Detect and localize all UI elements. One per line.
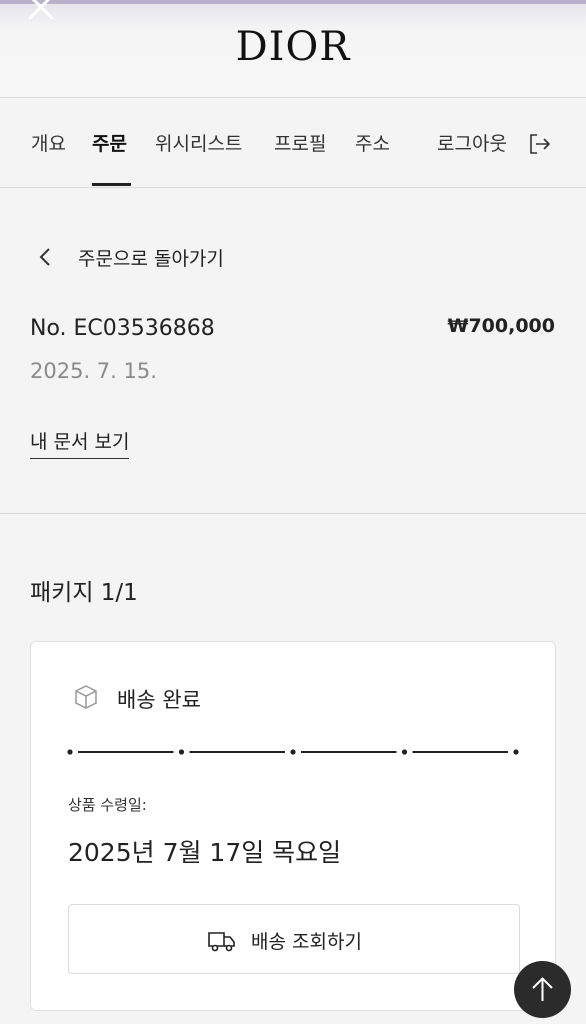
delivery-progress-bar (67, 749, 519, 755)
close-icon[interactable] (26, 0, 56, 22)
tab-orders[interactable]: 주문 (92, 132, 127, 156)
order-price: ₩700,000 (447, 315, 556, 337)
back-link-label: 주문으로 돌아가기 (78, 248, 224, 270)
logout-icon[interactable] (528, 132, 552, 156)
active-tab-indicator (92, 183, 131, 186)
delivery-status: 배송 완료 (117, 688, 201, 712)
progress-step-dot (178, 749, 185, 755)
package-box-icon (75, 685, 97, 709)
received-date-label: 상품 수령일: (68, 796, 147, 814)
truck-icon (208, 932, 235, 952)
track-delivery-label: 배송 조회하기 (251, 931, 362, 953)
section-divider (0, 513, 586, 514)
order-date: 2025. 7. 15. (30, 359, 157, 383)
view-documents-link[interactable]: 내 문서 보기 (30, 427, 130, 459)
top-accent-bar (0, 0, 586, 4)
received-date: 2025년 7월 17일 목요일 (68, 838, 342, 867)
account-tabs: 개요 주문 위시리스트 프로필 주소 로그아웃 (0, 99, 586, 188)
brand-logo[interactable]: DIOR (0, 24, 586, 70)
package-card: 배송 완료 상품 수령일: 2025년 7월 17일 목요일 배송 조회하기 (30, 641, 556, 1011)
arrow-up-icon (532, 977, 553, 1001)
package-title: 패키지 1/1 (30, 580, 138, 606)
tab-wishlist[interactable]: 위시리스트 (155, 132, 242, 156)
header-bar: DIOR (0, 0, 586, 98)
tab-profile[interactable]: 프로필 (274, 132, 326, 156)
progress-step-dot (290, 749, 296, 755)
tab-overview[interactable]: 개요 (31, 132, 66, 156)
progress-step-dot (67, 749, 73, 755)
scroll-to-top-button[interactable] (514, 961, 571, 1018)
logout-button[interactable]: 로그아웃 (437, 132, 507, 156)
progress-step-dot (513, 749, 519, 755)
order-number: No. EC03536868 (30, 316, 215, 341)
progress-step-dot (401, 749, 408, 755)
track-delivery-button[interactable]: 배송 조회하기 (68, 904, 520, 974)
chevron-left-icon (39, 248, 50, 266)
tab-address[interactable]: 주소 (355, 132, 390, 156)
